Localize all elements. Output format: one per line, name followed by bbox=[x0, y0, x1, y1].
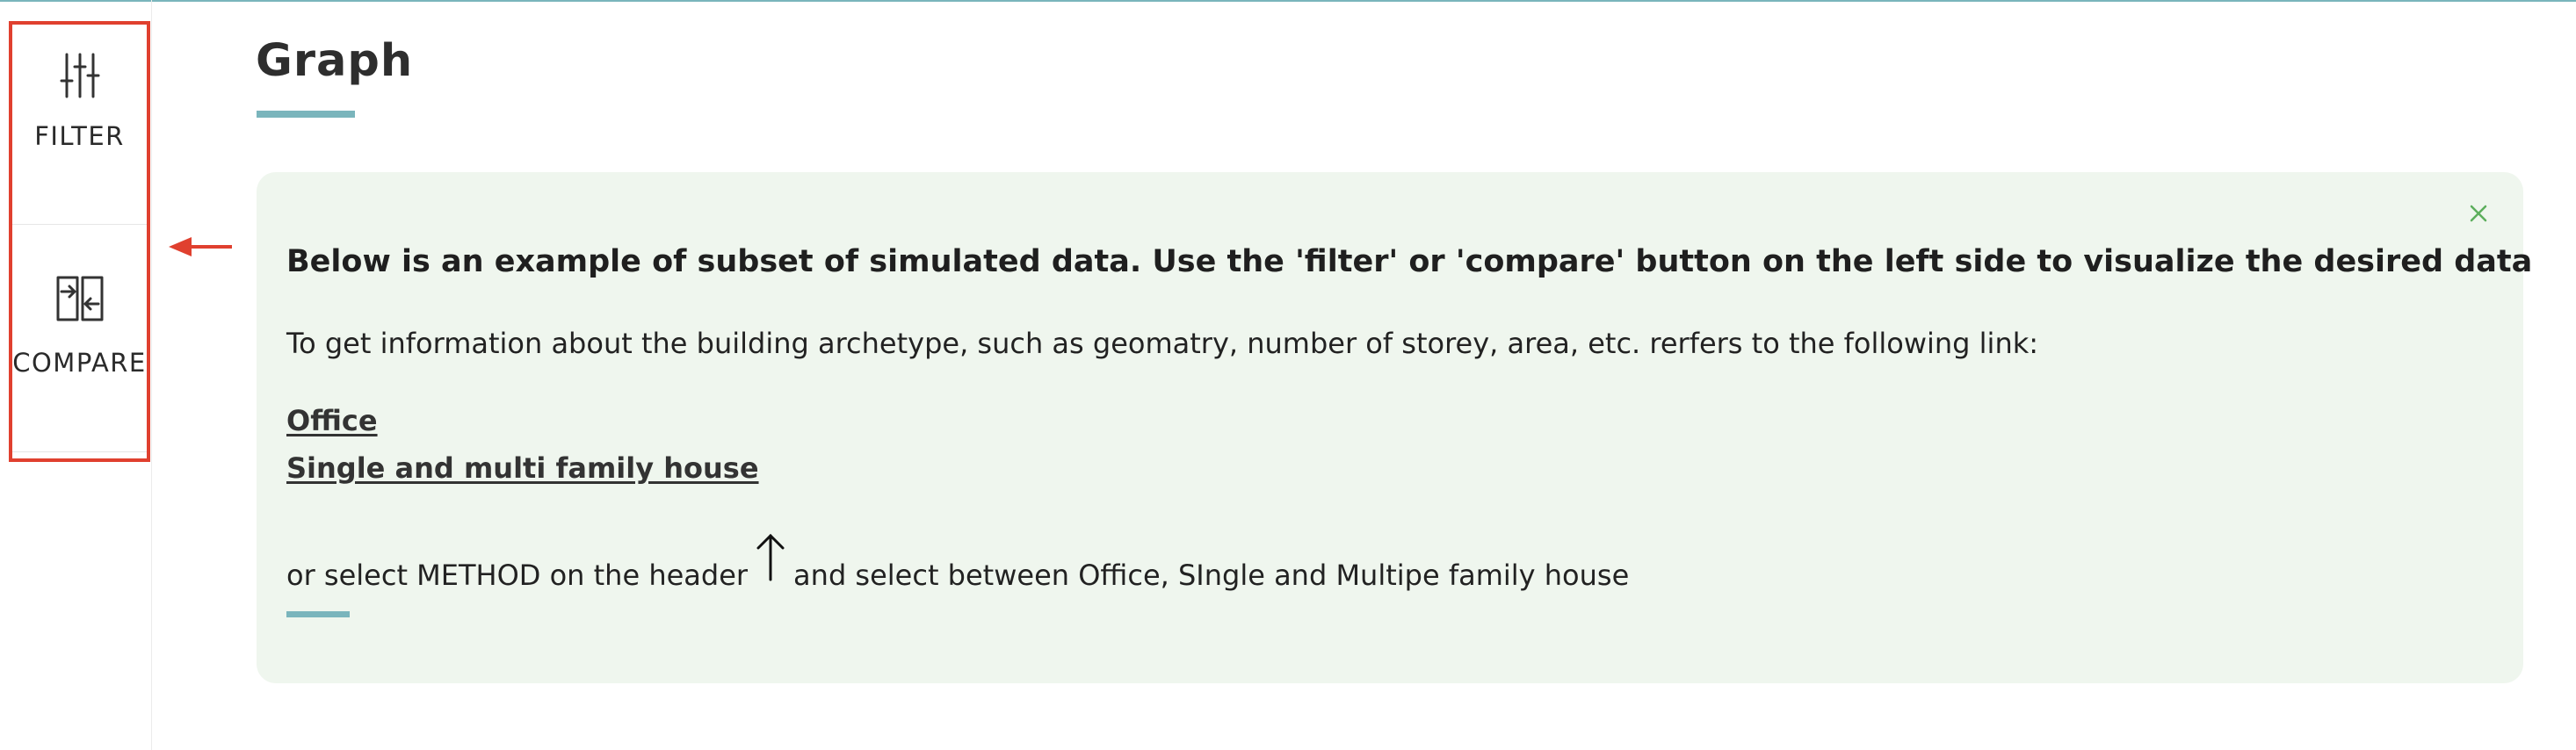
compare-label: COMPARE bbox=[12, 348, 147, 378]
top-accent-line bbox=[0, 0, 2576, 2]
card-description: To get information about the building ar… bbox=[286, 327, 2039, 360]
sidebar: FILTER COMPARE bbox=[0, 0, 152, 750]
page-title: Graph bbox=[256, 35, 414, 87]
office-link[interactable]: Office bbox=[286, 404, 378, 437]
card-heading: Below is an example of subset of simulat… bbox=[286, 244, 2533, 279]
compare-button[interactable]: COMPARE bbox=[12, 227, 147, 451]
method-hint: or select METHOD on the header and selec… bbox=[286, 532, 1629, 592]
close-icon[interactable] bbox=[2465, 200, 2492, 227]
sliders-icon bbox=[60, 51, 100, 104]
method-hint-suffix: and select between Office, SIngle and Mu… bbox=[793, 559, 1630, 592]
method-hint-prefix: or select METHOD on the header bbox=[286, 559, 749, 592]
info-card: Below is an example of subset of simulat… bbox=[257, 172, 2532, 683]
sidebar-divider bbox=[12, 451, 147, 452]
card-underline bbox=[286, 611, 350, 617]
left-arrow-icon bbox=[169, 237, 232, 256]
up-arrow-icon bbox=[755, 532, 786, 588]
filter-button[interactable]: FILTER bbox=[12, 46, 147, 221]
compare-icon bbox=[56, 276, 104, 325]
filter-label: FILTER bbox=[34, 121, 125, 151]
family-house-link[interactable]: Single and multi family house bbox=[286, 451, 759, 485]
title-underline bbox=[257, 111, 355, 118]
sidebar-divider bbox=[12, 224, 147, 225]
